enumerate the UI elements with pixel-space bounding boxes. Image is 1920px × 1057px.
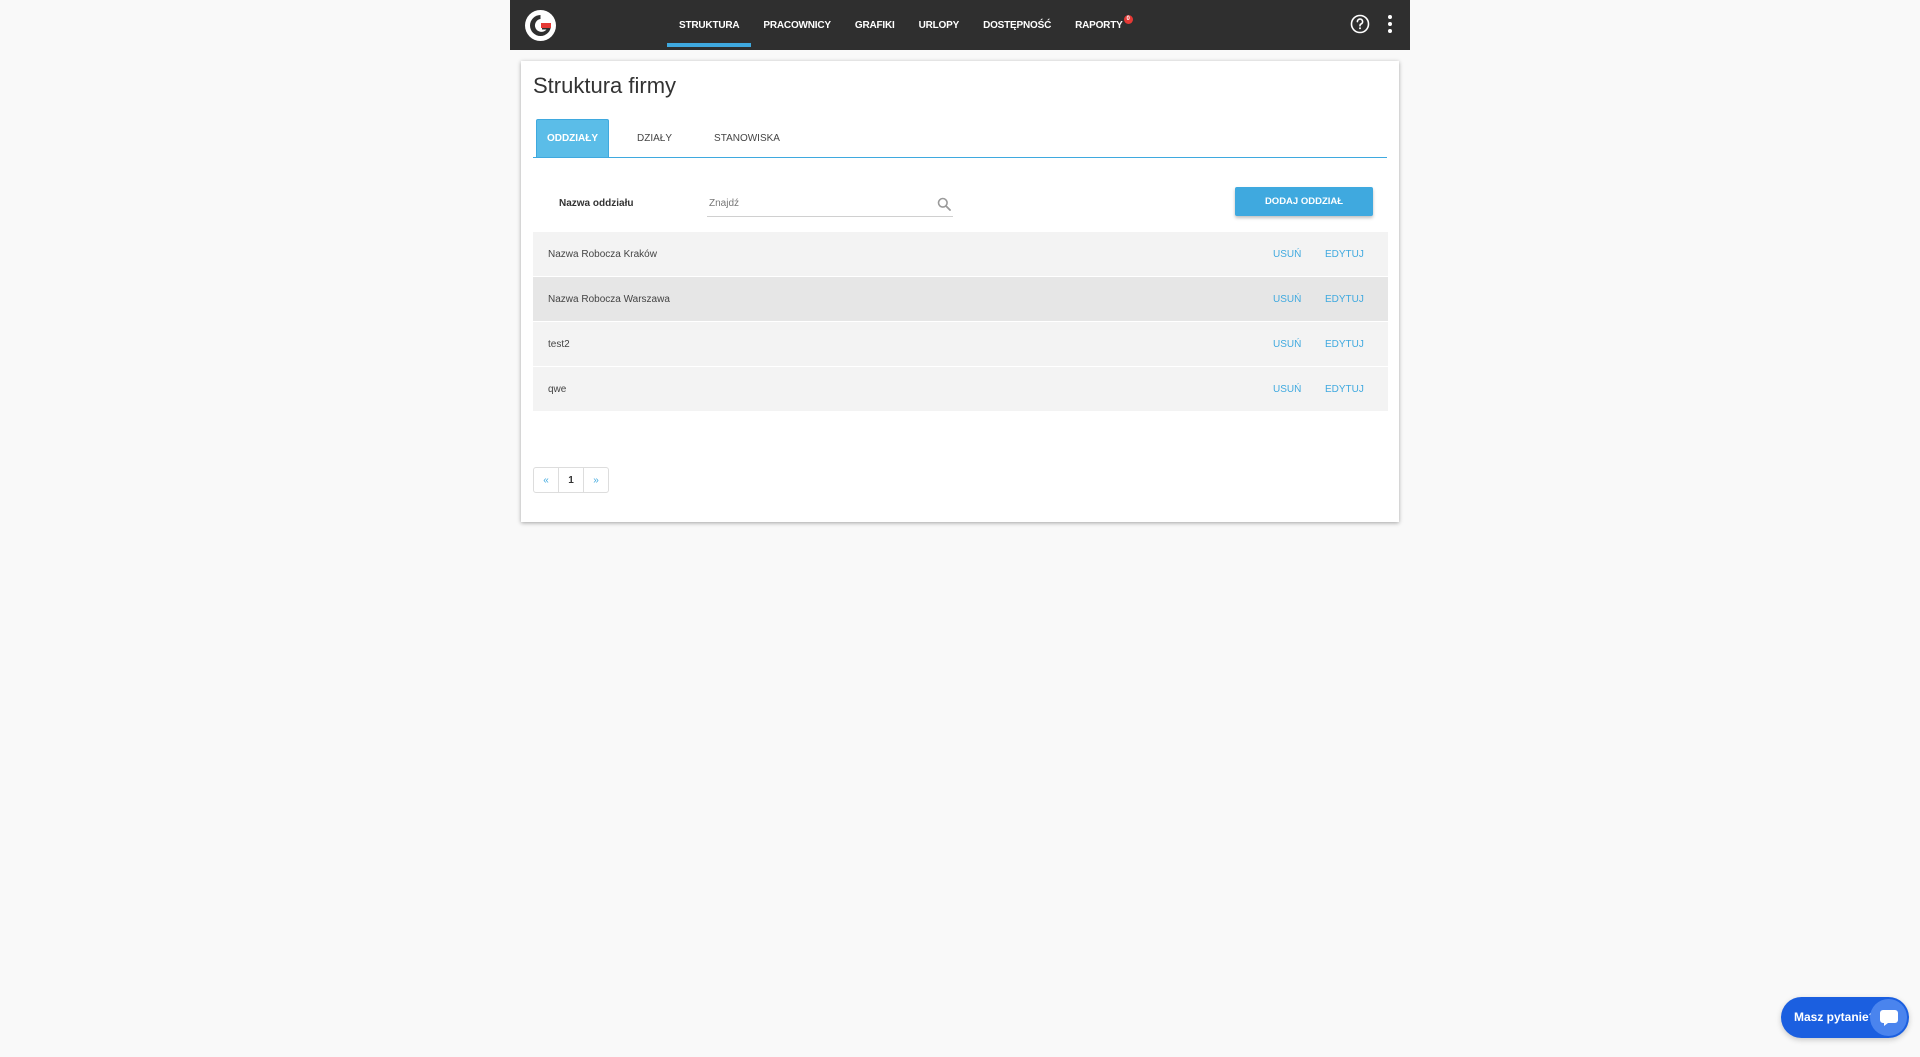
pagination-page-button[interactable]: 1 <box>558 467 584 493</box>
branch-name: Nazwa Robocza Warszawa <box>548 293 670 305</box>
pagination-next-button[interactable]: » <box>583 467 609 493</box>
branch-name: qwe <box>548 383 567 395</box>
filter-label: Nazwa oddziału <box>559 198 634 209</box>
table-row: Nazwa Robocza Warszawa USUŃ EDYTUJ <box>533 277 1388 322</box>
g-logo-icon[interactable] <box>525 10 556 41</box>
nav-item-pracownicy[interactable]: PRACOWNICY <box>751 0 842 50</box>
help-circle-icon[interactable] <box>1350 14 1370 34</box>
branch-name: test2 <box>548 338 570 350</box>
table-row: test2 USUŃ EDYTUJ <box>533 322 1388 367</box>
delete-button[interactable]: USUŃ <box>1273 249 1301 260</box>
edit-button[interactable]: EDYTUJ <box>1325 294 1364 305</box>
edit-button[interactable]: EDYTUJ <box>1325 249 1364 260</box>
chat-label: Masz pytanie? <box>1794 1010 1877 1024</box>
delete-button[interactable]: USUŃ <box>1273 384 1301 395</box>
search-input[interactable] <box>707 191 927 216</box>
search-field <box>707 191 953 217</box>
page-title: Struktura firmy <box>533 73 677 98</box>
chat-widget-button[interactable]: Masz pytanie? <box>1781 997 1909 1038</box>
tab-dzialy[interactable]: DZIAŁY <box>611 119 698 157</box>
top-navigation-bar: STRUKTURA PRACOWNICY GRAFIKI URLOPY DOST… <box>510 0 1410 50</box>
nav-item-raporty[interactable]: RAPORTY 0 <box>1063 0 1135 50</box>
edit-button[interactable]: EDYTUJ <box>1325 384 1364 395</box>
tab-oddzialy[interactable]: ODDZIAŁY <box>536 119 609 157</box>
tab-bar: ODDZIAŁY DZIAŁY STANOWISKA <box>533 119 1387 158</box>
branch-name: Nazwa Robocza Kraków <box>548 248 657 260</box>
delete-button[interactable]: USUŃ <box>1273 339 1301 350</box>
notification-badge: 0 <box>1123 15 1133 24</box>
nav-item-struktura[interactable]: STRUKTURA <box>667 0 752 50</box>
main-nav: STRUKTURA PRACOWNICY GRAFIKI URLOPY DOST… <box>667 0 1135 50</box>
structure-card: Struktura firmy ODDZIAŁY DZIAŁY STANOWIS… <box>521 61 1399 522</box>
nav-item-dostepnosc[interactable]: DOSTĘPNOŚĆ <box>971 0 1063 50</box>
add-branch-button[interactable]: DODAJ ODDZIAŁ <box>1235 187 1373 216</box>
chat-bubble-icon <box>1870 999 1907 1036</box>
table-row: Nazwa Robocza Kraków USUŃ EDYTUJ <box>533 232 1388 277</box>
nav-item-urlopy[interactable]: URLOPY <box>907 0 971 50</box>
pagination: « 1 » <box>533 467 609 493</box>
nav-item-grafiki[interactable]: GRAFIKI <box>843 0 907 50</box>
tab-stanowiska[interactable]: STANOWISKA <box>700 119 794 157</box>
pagination-prev-button[interactable]: « <box>533 467 559 493</box>
branch-list: Nazwa Robocza Kraków USUŃ EDYTUJ Nazwa R… <box>533 232 1388 412</box>
search-icon[interactable] <box>937 197 951 211</box>
table-row: qwe USUŃ EDYTUJ <box>533 367 1388 412</box>
edit-button[interactable]: EDYTUJ <box>1325 339 1364 350</box>
delete-button[interactable]: USUŃ <box>1273 294 1301 305</box>
more-vertical-icon[interactable] <box>1386 14 1394 34</box>
